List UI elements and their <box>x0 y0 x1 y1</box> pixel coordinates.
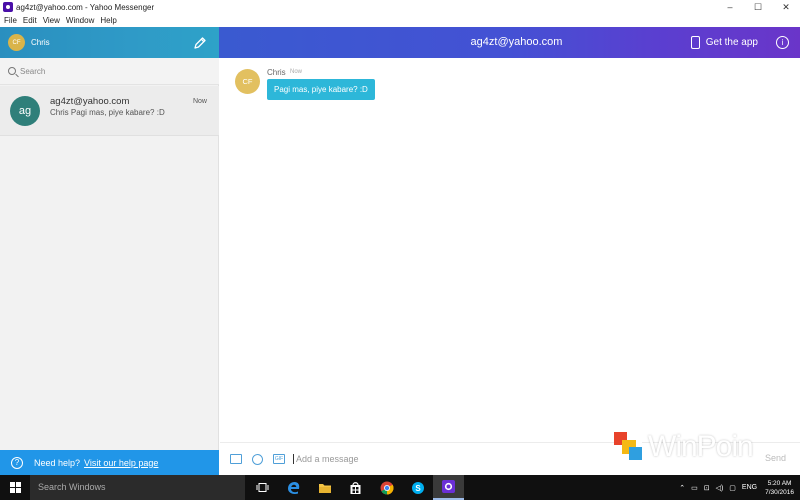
yahoo-messenger-taskbar-icon[interactable] <box>433 475 464 500</box>
taskbar-search[interactable]: Search Windows <box>30 475 245 500</box>
menu-help[interactable]: Help <box>100 16 116 25</box>
help-text: Need help? <box>34 457 81 468</box>
conversation-time: Now <box>192 98 207 105</box>
menu-view[interactable]: View <box>43 16 60 25</box>
task-view-icon[interactable] <box>247 475 278 500</box>
conversation-header: ag4zt@yahoo.com Get the app i <box>219 27 800 58</box>
start-button[interactable] <box>0 475 30 500</box>
title-bar: ag4zt@yahoo.com - Yahoo Messenger – ☐ ✕ <box>0 0 800 14</box>
help-bar: ? Need help? Visit our help page <box>0 450 219 475</box>
clock-date: 7/30/2016 <box>765 488 794 496</box>
avatar: ag <box>10 96 40 126</box>
message-bubble[interactable]: Pagi mas, piye kabare? :D <box>267 79 375 100</box>
chevron-up-icon[interactable]: ⌃ <box>679 484 685 492</box>
message-sender: Chris <box>267 68 286 77</box>
message-avatar: CF <box>235 69 260 94</box>
yahoo-messenger-icon <box>3 2 13 12</box>
conversation-preview: Chris Pagi mas, piye kabare? :D <box>50 108 165 117</box>
profile-avatar[interactable]: CF <box>8 34 25 51</box>
profile-header: CF Chris <box>0 27 219 58</box>
clock[interactable]: 5:20 AM 7/30/2016 <box>765 479 794 497</box>
network-icon[interactable]: ⊡ <box>704 484 710 492</box>
get-app-label: Get the app <box>705 37 758 48</box>
message-input[interactable]: Add a message <box>293 454 359 464</box>
winpoin-logo-icon <box>614 432 644 462</box>
window-title: ag4zt@yahoo.com - Yahoo Messenger <box>16 2 155 12</box>
info-icon[interactable]: i <box>776 36 789 49</box>
file-explorer-icon[interactable] <box>309 475 340 500</box>
phone-icon <box>690 36 700 49</box>
profile-name[interactable]: Chris <box>31 38 50 47</box>
image-icon[interactable] <box>230 454 242 464</box>
window-controls: – ☐ ✕ <box>716 0 800 14</box>
get-app-button[interactable]: Get the app <box>690 36 758 49</box>
taskbar-apps: S <box>247 475 464 500</box>
taskbar: Search Windows S ⌃ ▭ ⊡ ◁) ▢ ENG 5:20 AM … <box>0 475 800 500</box>
winpoin-watermark: WinPoin <box>614 430 754 464</box>
sidebar: Search ag ag4zt@yahoo.com Chris Pagi mas… <box>0 58 219 450</box>
system-tray: ⌃ ▭ ⊡ ◁) ▢ ENG 5:20 AM 7/30/2016 <box>673 475 794 500</box>
chrome-icon[interactable] <box>371 475 402 500</box>
language-indicator[interactable]: ENG <box>742 484 757 491</box>
store-icon[interactable] <box>340 475 371 500</box>
menu-window[interactable]: Window <box>66 16 94 25</box>
maximize-button[interactable]: ☐ <box>744 0 772 14</box>
battery-icon[interactable]: ▭ <box>691 484 698 492</box>
gif-icon[interactable]: GIF <box>273 454 285 464</box>
send-button[interactable]: Send <box>765 453 786 463</box>
search-bar[interactable]: Search <box>0 58 219 85</box>
conversation-item[interactable]: ag ag4zt@yahoo.com Chris Pagi mas, piye … <box>0 86 219 136</box>
conversation-name: ag4zt@yahoo.com <box>50 96 130 107</box>
search-icon <box>8 67 16 75</box>
help-link[interactable]: Visit our help page <box>84 458 158 468</box>
windows-logo-icon <box>9 482 21 493</box>
edge-browser-icon[interactable] <box>278 475 309 500</box>
emoji-icon[interactable] <box>252 453 263 465</box>
svg-text:S: S <box>415 484 421 493</box>
menu-edit[interactable]: Edit <box>23 16 37 25</box>
close-button[interactable]: ✕ <box>772 0 800 14</box>
search-input[interactable]: Search <box>20 67 45 76</box>
message-time: Now <box>290 69 303 75</box>
menu-bar: File Edit View Window Help <box>0 14 800 27</box>
compose-icon[interactable] <box>193 36 207 50</box>
skype-icon[interactable]: S <box>402 475 433 500</box>
clock-time: 5:20 AM <box>767 479 792 487</box>
notification-icon[interactable]: ▢ <box>729 484 736 492</box>
menu-file[interactable]: File <box>4 16 17 25</box>
watermark-text: WinPoin <box>648 430 754 463</box>
chat-area: CF Chris Now Pagi mas, piye kabare? :D <box>220 58 800 442</box>
help-icon: ? <box>11 456 23 469</box>
volume-icon[interactable]: ◁) <box>716 484 724 492</box>
minimize-button[interactable]: – <box>716 0 744 14</box>
